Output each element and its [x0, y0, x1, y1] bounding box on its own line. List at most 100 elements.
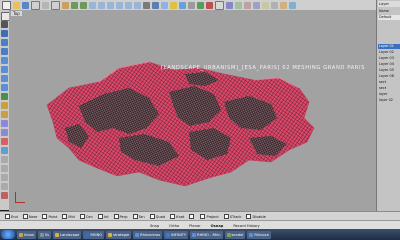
status-planar[interactable]: Planar — [189, 224, 200, 228]
mesh-icon[interactable] — [262, 1, 269, 9]
taskbar-item[interactable]: strategie — [106, 230, 132, 239]
snap-tan[interactable]: Tan — [132, 214, 145, 219]
status-osnap[interactable]: Osnap — [211, 224, 224, 228]
scale-icon[interactable] — [1, 183, 8, 190]
line-icon[interactable] — [1, 30, 8, 37]
copy-icon[interactable] — [51, 0, 60, 10]
snap-vertex[interactable] — [189, 214, 195, 219]
rotate-view-icon[interactable] — [98, 1, 105, 9]
arc-icon[interactable] — [1, 66, 8, 73]
analyze-icon[interactable] — [280, 1, 287, 9]
snap-perp[interactable]: Perp — [113, 214, 128, 219]
select-icon[interactable] — [206, 1, 213, 9]
light-icon[interactable] — [170, 1, 177, 9]
checkbox[interactable] — [113, 214, 119, 219]
checkbox[interactable] — [246, 214, 252, 219]
rendered-icon[interactable] — [161, 1, 168, 9]
checkbox[interactable] — [132, 214, 138, 219]
layer-row[interactable]: Layer 03 — [378, 56, 400, 61]
snap-cen[interactable]: Cen — [79, 214, 93, 219]
new-file-icon[interactable] — [2, 0, 11, 10]
checkbox[interactable] — [62, 214, 68, 219]
move-icon[interactable] — [1, 156, 8, 163]
layer-row[interactable]: Layer 05 — [378, 68, 400, 73]
curve-icon[interactable] — [235, 1, 242, 9]
snap-disable[interactable]: Disable — [246, 214, 266, 219]
transform-icon[interactable] — [271, 1, 278, 9]
checkbox[interactable] — [42, 214, 48, 219]
print-icon[interactable] — [31, 0, 40, 10]
layer-row[interactable] — [378, 21, 400, 26]
snap-point[interactable]: Point — [42, 214, 57, 219]
boolean-icon[interactable] — [1, 138, 8, 145]
checkbox[interactable] — [223, 214, 229, 219]
viewport-top[interactable]: Top [LANDSCAPE_URBANISM]_[ESA_PARIS] 02 … — [9, 10, 376, 211]
zoom-selected-icon[interactable] — [134, 1, 141, 9]
surface-icon[interactable] — [244, 1, 251, 9]
layer-row[interactable]: sect — [378, 80, 400, 85]
zoom-extents-icon[interactable] — [125, 1, 132, 9]
taskbar-item[interactable]: Inbox — [17, 230, 36, 239]
extrude-icon[interactable] — [1, 93, 8, 100]
point-icon[interactable] — [1, 21, 8, 28]
layer-row[interactable]: layer 02 — [378, 98, 400, 103]
loft-icon[interactable] — [1, 111, 8, 118]
taskbar-item[interactable]: Rhinoceros — [133, 230, 163, 239]
checkbox[interactable] — [200, 214, 206, 219]
zoom-icon[interactable] — [107, 1, 114, 9]
status-snap[interactable]: Snap — [150, 224, 159, 228]
layer-row[interactable]: Name — [378, 9, 400, 14]
layer-row[interactable]: Default — [378, 15, 400, 20]
status-record-history[interactable]: Record History — [233, 224, 259, 228]
taskbar-item[interactable]: Ss — [37, 230, 51, 239]
grid-icon[interactable] — [197, 1, 204, 9]
checkbox[interactable] — [5, 214, 10, 219]
taskbar-item[interactable]: Rhinoce — [247, 230, 271, 239]
checkbox[interactable] — [22, 214, 28, 219]
options-icon[interactable] — [226, 1, 233, 9]
shaded-icon[interactable] — [152, 1, 159, 9]
curve-tool-icon[interactable] — [1, 48, 8, 55]
trim-icon[interactable] — [1, 192, 8, 199]
circle-icon[interactable] — [1, 57, 8, 64]
solid-icon[interactable] — [253, 1, 260, 9]
rotate-icon[interactable] — [1, 174, 8, 181]
mesh-tool-icon[interactable] — [1, 147, 8, 154]
snap-near[interactable]: Near — [22, 214, 37, 219]
wireframe-icon[interactable] — [143, 1, 150, 9]
layer-row[interactable]: Layer 06 — [378, 74, 400, 79]
snap-mid[interactable]: Mid — [62, 214, 75, 219]
layer-row[interactable]: Layer 02 — [378, 50, 400, 55]
surface-tool-icon[interactable] — [1, 102, 8, 109]
taskbar-item[interactable]: RHINO — [83, 230, 105, 239]
taskbar-item[interactable]: sendel — [224, 230, 246, 239]
snap-end[interactable]: End — [5, 214, 18, 219]
start-button[interactable] — [1, 230, 15, 239]
layer-row-selected[interactable]: Layer 01 — [378, 44, 400, 49]
box-icon[interactable] — [1, 129, 8, 136]
ellipse-icon[interactable] — [1, 75, 8, 82]
layer-icon[interactable] — [179, 1, 186, 9]
properties-icon[interactable] — [188, 1, 195, 9]
layer-row[interactable]: Layer 04 — [378, 62, 400, 67]
checkbox[interactable] — [149, 214, 155, 219]
layer-row[interactable]: sect — [378, 86, 400, 91]
copy-tool-icon[interactable] — [1, 165, 8, 172]
help-icon[interactable] — [215, 0, 224, 10]
solid-tool-icon[interactable] — [1, 120, 8, 127]
snap-project[interactable]: Project — [200, 214, 219, 219]
checkbox[interactable] — [97, 214, 103, 219]
save-icon[interactable] — [22, 1, 29, 9]
layer-row[interactable]: layer — [378, 92, 400, 97]
render-icon[interactable] — [289, 1, 296, 9]
zoom-window-icon[interactable] — [116, 1, 123, 9]
cut-icon[interactable] — [42, 1, 49, 9]
polyline-icon[interactable] — [1, 39, 8, 46]
checkbox[interactable] — [79, 214, 85, 219]
checkbox[interactable] — [189, 214, 195, 219]
checkbox[interactable] — [170, 214, 176, 219]
pan-icon[interactable] — [89, 1, 96, 9]
snap-quad[interactable]: Quad — [149, 214, 165, 219]
taskbar-item[interactable]: RHINO - Rhin — [190, 230, 223, 239]
snap-strack[interactable]: STrack — [223, 214, 241, 219]
